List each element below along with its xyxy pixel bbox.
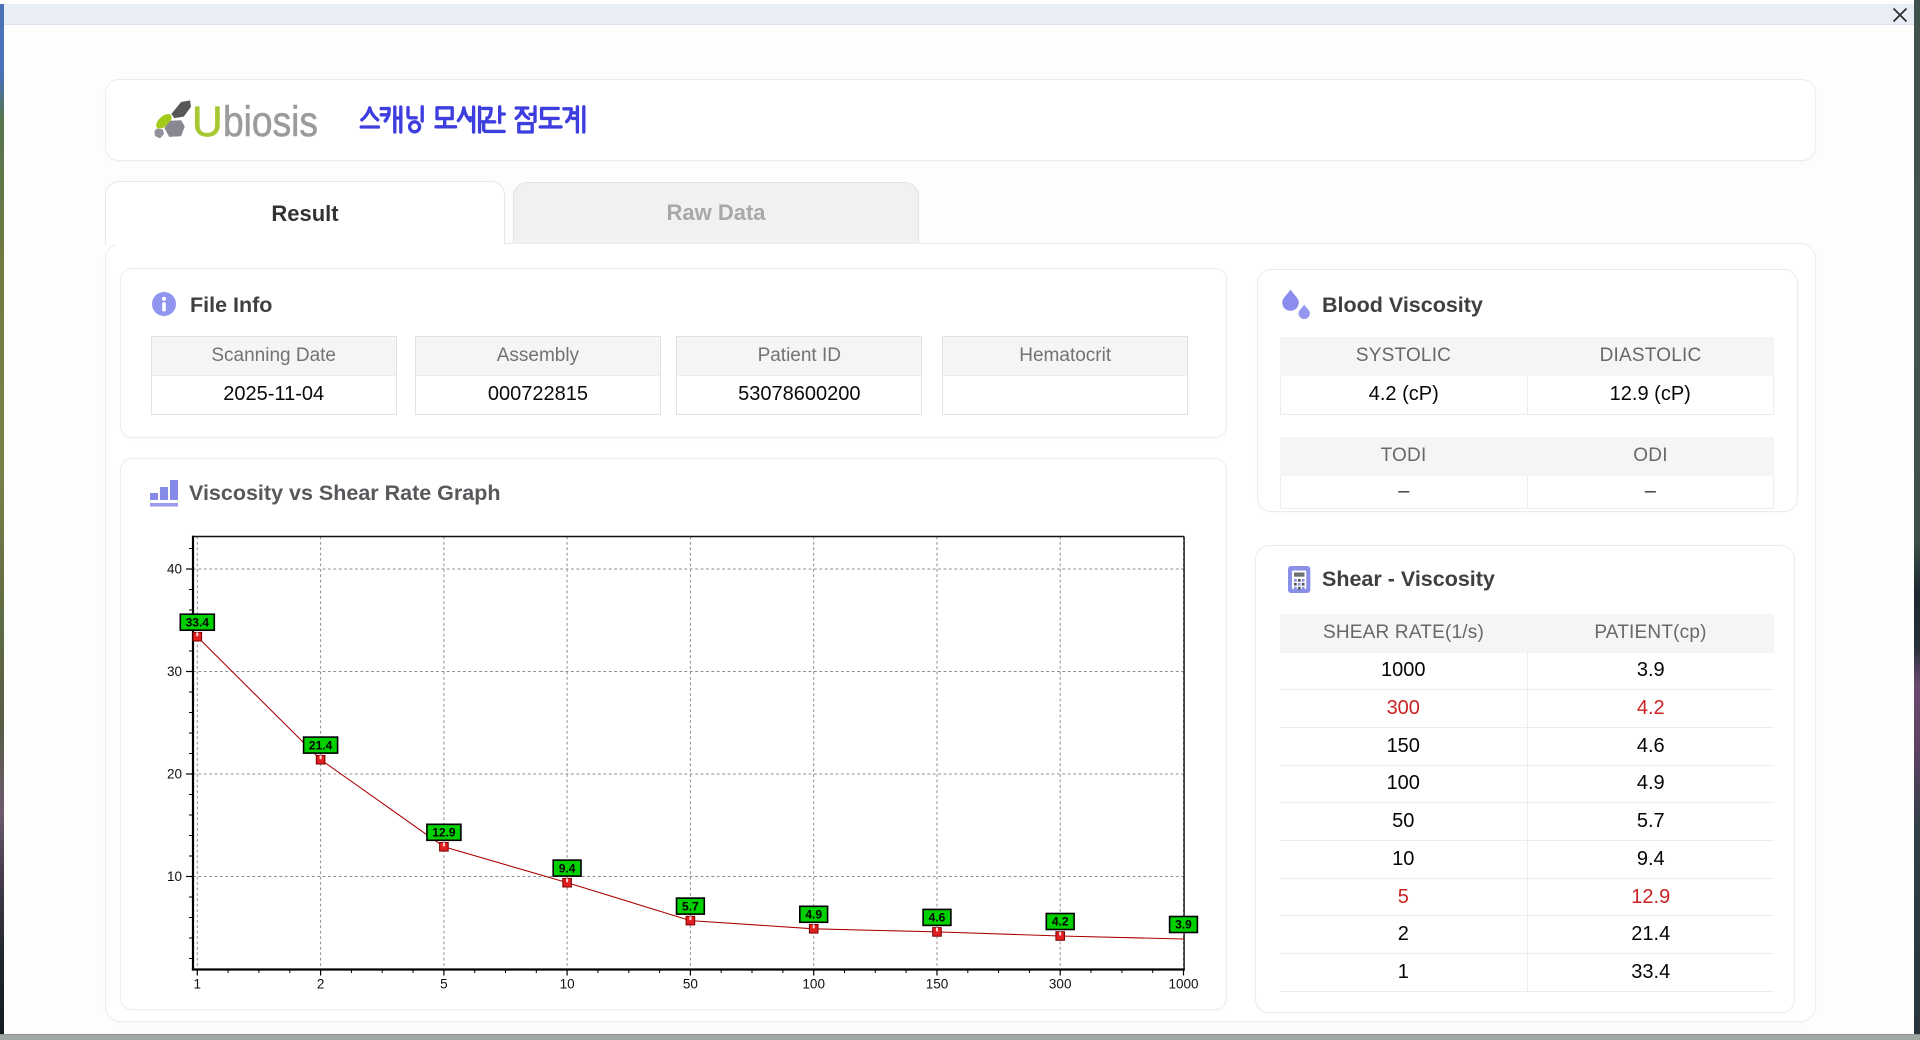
- svg-text:12.9: 12.9: [432, 826, 456, 840]
- svg-text:10: 10: [560, 977, 575, 992]
- svg-text:2: 2: [317, 977, 325, 992]
- svg-text:4.6: 4.6: [929, 911, 946, 925]
- svg-text:20: 20: [167, 767, 182, 782]
- svg-text:1000: 1000: [1168, 977, 1198, 992]
- svg-text:4.9: 4.9: [805, 908, 822, 922]
- svg-text:10: 10: [167, 869, 182, 884]
- svg-text:33.4: 33.4: [186, 615, 210, 629]
- svg-text:50: 50: [683, 977, 698, 992]
- svg-text:21.4: 21.4: [309, 738, 333, 752]
- svg-text:3.9: 3.9: [1175, 918, 1192, 932]
- svg-text:5.7: 5.7: [682, 899, 699, 913]
- svg-text:5: 5: [440, 977, 448, 992]
- svg-text:30: 30: [167, 664, 182, 679]
- svg-text:1: 1: [194, 977, 202, 992]
- svg-text:100: 100: [802, 977, 825, 992]
- svg-text:4.2: 4.2: [1052, 915, 1069, 929]
- svg-text:150: 150: [926, 977, 949, 992]
- svg-text:9.4: 9.4: [559, 861, 576, 875]
- svg-text:40: 40: [167, 562, 182, 577]
- svg-text:300: 300: [1049, 977, 1072, 992]
